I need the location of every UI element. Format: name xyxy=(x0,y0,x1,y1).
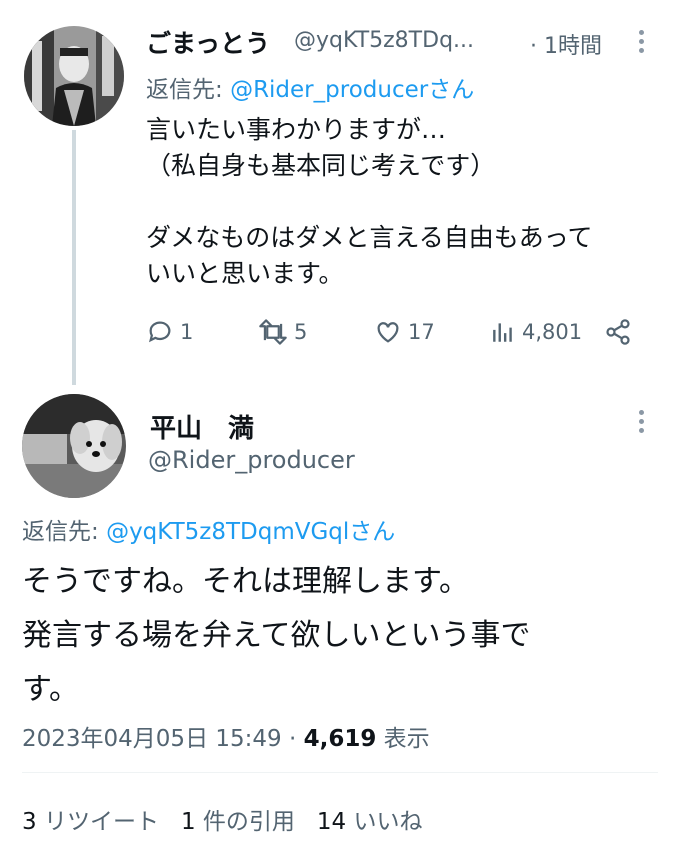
avatar-rider-producer[interactable] xyxy=(22,394,126,498)
reply-suffix: さん xyxy=(349,519,396,545)
retweet-total: 3 xyxy=(22,809,37,835)
tweet-text: 言いたい事わかりますが… （私自身も基本同じ考えです） ダメなものはダメと言える… xyxy=(146,115,593,288)
reply-prefix: 返信先: xyxy=(146,77,231,103)
views-button[interactable]: 4,801 xyxy=(490,316,582,348)
retweets-stat[interactable]: 3 リツイート xyxy=(22,809,159,835)
retweet-icon xyxy=(259,319,287,345)
avatar-gomattou[interactable] xyxy=(24,26,124,126)
tweet-time[interactable]: · 1時間 xyxy=(530,28,602,60)
reply-context: 返信先: @yqKT5z8TDqmVGqlさん xyxy=(22,512,395,546)
more-icon[interactable] xyxy=(639,30,647,57)
reply-count: 1 xyxy=(180,320,194,344)
view-label: 表示 xyxy=(376,726,430,752)
views-icon xyxy=(493,323,512,342)
share-icon xyxy=(606,319,630,345)
main-tweet-text: そうですね。それは理解します。 発言する場を弁えて欲しいという事で す。 xyxy=(22,564,531,707)
retweet-button[interactable]: 5 xyxy=(258,316,307,348)
retweet-label: リツイート xyxy=(36,809,159,835)
reply-to-link[interactable]: @yqKT5z8TDqmVGql xyxy=(106,519,349,545)
quote-label: 件の引用 xyxy=(195,809,295,835)
like-button[interactable]: 17 xyxy=(374,316,435,348)
main-author-name[interactable]: 平山 満 xyxy=(150,408,254,445)
reply-icon xyxy=(149,321,171,343)
view-count: 4,619 xyxy=(303,726,377,752)
reply-suffix: さん xyxy=(428,77,475,103)
author-name[interactable]: ごまっとう xyxy=(146,24,270,60)
reply-button[interactable]: 1 xyxy=(146,316,193,348)
author-handle[interactable]: @yqKT5z8TDq... xyxy=(294,28,474,53)
like-count: 17 xyxy=(408,320,435,344)
quotes-stat[interactable]: 1 件の引用 xyxy=(181,809,295,835)
views-count: 4,801 xyxy=(522,320,583,344)
more-icon[interactable] xyxy=(639,410,647,437)
share-button[interactable] xyxy=(604,316,638,348)
thread-line xyxy=(72,130,76,385)
timestamp[interactable]: 2023年04月05日 15:49 · xyxy=(22,726,304,752)
likes-stat[interactable]: 14 いいね xyxy=(317,809,423,835)
engagement-stats: 3 リツイート 1 件の引用 14 いいね xyxy=(22,802,423,836)
divider xyxy=(22,772,658,773)
quote-total: 1 xyxy=(180,809,196,835)
like-total: 14 xyxy=(316,809,347,835)
retweet-count: 5 xyxy=(294,320,308,344)
like-icon xyxy=(377,322,399,343)
like-label: いいね xyxy=(346,809,423,835)
reply-to-link[interactable]: @Rider_producer xyxy=(230,77,428,103)
reply-context: 返信先: @Rider_producerさん xyxy=(146,70,474,104)
tweet-meta: 2023年04月05日 15:49 · 4,619 表示 xyxy=(22,719,430,753)
main-author-handle[interactable]: @Rider_producer xyxy=(148,446,355,474)
reply-prefix: 返信先: xyxy=(22,519,107,545)
